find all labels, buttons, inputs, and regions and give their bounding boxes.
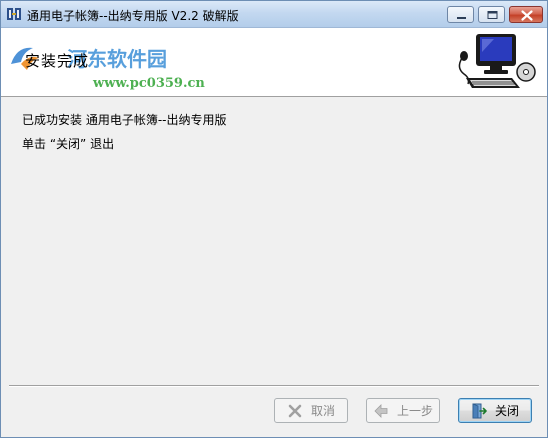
close-installer-button[interactable]: 关闭	[458, 398, 532, 423]
wizard-content: 已成功安装 通用电子帐簿--出纳专用版 单击 “关闭” 退出	[1, 97, 547, 367]
x-icon	[288, 404, 302, 417]
close-button-label: 关闭	[494, 404, 519, 418]
exit-door-icon	[472, 402, 487, 418]
arrow-left-icon	[374, 403, 388, 418]
close-icon	[521, 10, 533, 21]
watermark-url: www.pc0359.cn	[93, 76, 205, 91]
cancel-button-label: 取消	[310, 404, 335, 418]
maximize-icon	[487, 11, 498, 19]
title-bar[interactable]: 通用电子帐簿--出纳专用版 V2.2 破解版	[1, 1, 547, 28]
computer-illustration-icon	[454, 28, 538, 94]
window-title: 通用电子帐簿--出纳专用版 V2.2 破解版	[27, 9, 239, 23]
installer-window: 通用电子帐簿--出纳专用版 V2.2 破解版 河东软件园 安装完成 www.pc…	[0, 0, 548, 438]
minimize-button[interactable]	[447, 6, 474, 23]
success-message: 已成功安装 通用电子帐簿--出纳专用版	[22, 113, 227, 127]
maximize-button[interactable]	[478, 6, 505, 23]
wizard-header: 河东软件园 安装完成 www.pc0359.cn	[1, 28, 547, 97]
cancel-button[interactable]: 取消	[274, 398, 348, 423]
installer-app-icon	[7, 8, 21, 20]
back-button-label: 上一步	[396, 404, 433, 418]
button-separator	[9, 385, 539, 387]
close-window-button[interactable]	[509, 6, 543, 23]
exit-instruction: 单击 “关闭” 退出	[22, 137, 115, 151]
minimize-icon	[457, 17, 466, 19]
page-title: 安装完成	[25, 52, 90, 70]
back-button[interactable]: 上一步	[366, 398, 440, 423]
